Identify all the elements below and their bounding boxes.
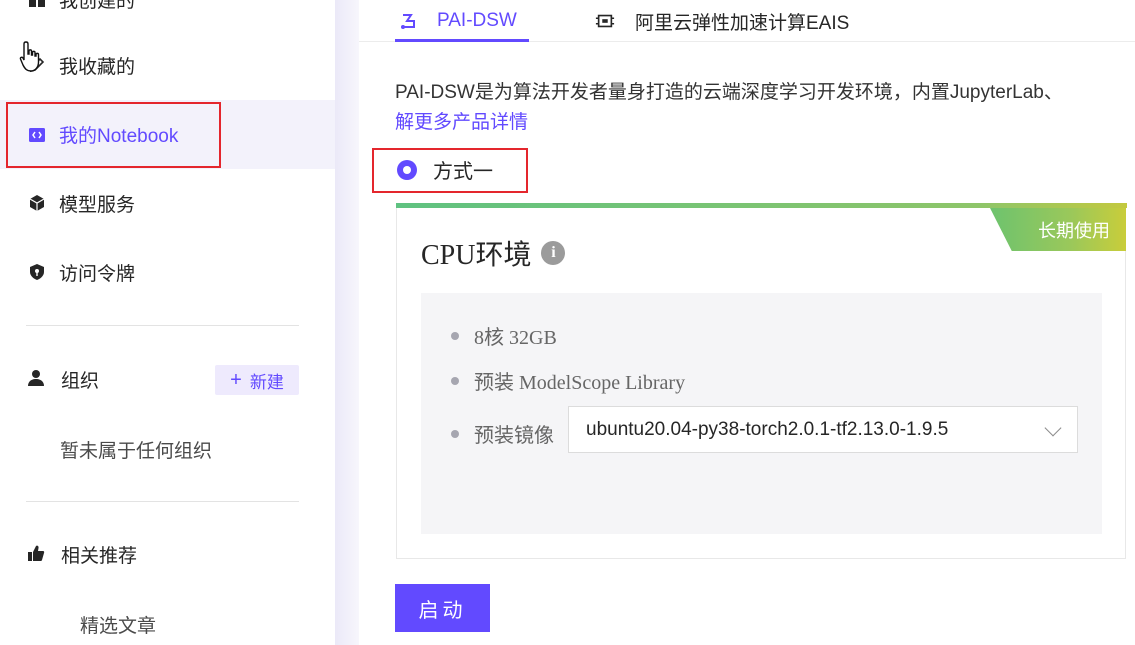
card-title: CPU环境 i <box>421 233 566 273</box>
new-org-button[interactable]: + 新建 <box>215 365 299 395</box>
image-select[interactable]: ubuntu20.04-py38-torch2.0.1-tf2.13.0-1.9… <box>568 406 1078 453</box>
tab-eais[interactable]: 阿里云弹性加速计算EAIS <box>595 0 849 42</box>
sidebar-item-label: 模型服务 <box>59 194 136 216</box>
sidebar-item-model-service[interactable]: 模型服务 <box>0 170 335 236</box>
radio-selected-icon <box>397 159 417 180</box>
eais-chip-icon <box>595 11 615 31</box>
tab-label: PAI-DSW <box>437 10 517 31</box>
content-gutter <box>335 0 359 645</box>
sidebar-item-label: 我收藏的 <box>59 56 136 78</box>
active-tab-indicator <box>395 39 529 42</box>
spec-text: 8核 32GB <box>474 327 557 349</box>
plus-icon: + <box>230 369 242 391</box>
spec-item: 8核 32GB <box>451 321 557 350</box>
sidebar-item-featured-articles[interactable]: 精选文章 <box>80 611 156 638</box>
product-tabs: PAI-DSW 阿里云弹性加速计算EAIS <box>359 0 1135 42</box>
tab-label: 阿里云弹性加速计算EAIS <box>635 12 850 34</box>
thumbs-up-icon <box>27 544 47 564</box>
new-org-label: 新建 <box>249 372 284 392</box>
option-radio-1[interactable]: 方式一 <box>397 155 493 184</box>
sidebar-divider <box>26 325 299 326</box>
bullet-dot <box>451 376 459 385</box>
sidebar-item-label: 我创建的 <box>59 0 136 12</box>
card-accent-bar <box>396 203 1127 208</box>
sidebar-item-favorites[interactable]: 我收藏的 <box>0 32 335 98</box>
spec-item-image: 预装镜像 <box>451 419 554 448</box>
org-empty-text: 暂未属于任何组织 <box>60 441 213 462</box>
pen-icon <box>27 55 47 75</box>
sidebar: 我创建的 我收藏的 我的Notebook 模型服务 访问令牌 组织 + 新建 暂… <box>0 0 335 645</box>
shield-key-icon <box>27 262 47 282</box>
user-icon <box>27 369 47 389</box>
product-details-link[interactable]: 解更多产品详情 <box>395 109 528 137</box>
spec-panel: 8核 32GB 预装 ModelScope Library 预装镜像 ubunt… <box>421 293 1102 534</box>
sidebar-item-created[interactable]: 我创建的 <box>0 0 335 32</box>
grid-icon <box>27 0 47 9</box>
notebook-icon <box>27 125 47 145</box>
pai-dsw-icon <box>399 11 419 31</box>
long-term-badge: 长期使用 <box>990 208 1126 251</box>
org-label: 组织 <box>61 370 100 392</box>
info-icon[interactable]: i <box>541 241 566 265</box>
cube-icon <box>27 193 47 213</box>
sidebar-item-notebook[interactable]: 我的Notebook <box>0 100 335 169</box>
main-panel: PAI-DSW 阿里云弹性加速计算EAIS PAI-DSW是为算法开发者量身打造… <box>359 0 1135 645</box>
image-label: 预装镜像 <box>474 425 554 447</box>
recommend-label: 相关推荐 <box>61 545 138 567</box>
bullet-dot <box>451 331 459 340</box>
spec-text: 预装 ModelScope Library <box>474 372 686 394</box>
card-title-text: CPU环境 <box>421 240 532 271</box>
sidebar-item-access-token[interactable]: 访问令牌 <box>0 239 335 305</box>
chevron-down-icon <box>1044 419 1062 437</box>
recommend-header: 相关推荐 <box>0 523 335 585</box>
option-label: 方式一 <box>433 161 493 183</box>
start-button[interactable]: 启动 <box>395 584 490 632</box>
image-select-value: ubuntu20.04-py38-torch2.0.1-tf2.13.0-1.9… <box>586 418 949 440</box>
sidebar-item-label: 我的Notebook <box>59 126 179 147</box>
spec-item: 预装 ModelScope Library <box>451 366 685 395</box>
product-description: PAI-DSW是为算法开发者量身打造的云端深度学习开发环境，内置JupyterL… <box>395 82 1063 103</box>
cpu-env-card[interactable]: 长期使用 CPU环境 i 8核 32GB 预装 ModelScope Libra… <box>396 203 1127 559</box>
bullet-dot <box>451 429 459 438</box>
sidebar-divider <box>26 501 299 502</box>
sidebar-item-label: 访问令牌 <box>59 263 136 285</box>
tab-pai-dsw[interactable]: PAI-DSW <box>399 0 517 42</box>
